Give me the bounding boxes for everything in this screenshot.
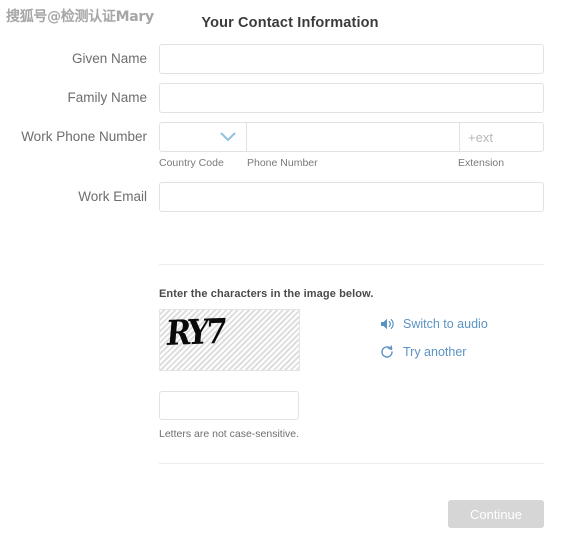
captcha-links: Switch to audio Try another (379, 309, 488, 372)
work-phone-label: Work Phone Number (21, 129, 147, 144)
form-row-given-name: Given Name (0, 44, 580, 74)
family-name-field-wrap (159, 83, 544, 113)
captcha-input-wrap: Letters are not case-sensitive. (159, 391, 299, 440)
phone-number-input[interactable] (247, 122, 460, 152)
divider-top (159, 264, 544, 265)
switch-to-audio-label: Switch to audio (403, 317, 488, 331)
family-name-input[interactable] (159, 83, 544, 113)
sublabel-extension: Extension (458, 157, 505, 169)
chevron-down-icon (220, 132, 236, 142)
form-row-work-email: Work Email (0, 182, 580, 212)
work-email-field-wrap (159, 182, 544, 212)
work-email-input[interactable] (159, 182, 544, 212)
work-email-label: Work Email (78, 189, 147, 204)
given-name-field-wrap (159, 44, 544, 74)
captcha-body: RY7 Switch to audio Try another (159, 309, 544, 372)
form-row-family-name: Family Name (0, 83, 580, 113)
work-phone-field-wrap: Country Code Phone Number Extension (159, 122, 544, 173)
try-another-link[interactable]: Try another (379, 344, 488, 360)
captcha-section: Enter the characters in the image below.… (159, 288, 544, 372)
page-title: Your Contact Information (201, 15, 379, 31)
sublabel-phone-number: Phone Number (247, 157, 318, 169)
given-name-label: Given Name (71, 51, 147, 66)
contact-form: Given Name Family Name Work Phone Number (0, 44, 580, 221)
captcha-characters: RY7 (164, 311, 226, 355)
captcha-input[interactable] (159, 391, 299, 420)
captcha-instruction: Enter the characters in the image below. (159, 288, 374, 300)
given-name-input[interactable] (159, 44, 544, 74)
family-name-label: Family Name (67, 90, 147, 105)
phone-sublabels: Country Code Phone Number Extension (159, 157, 544, 173)
refresh-icon (379, 344, 395, 360)
phone-input-group (159, 122, 544, 152)
switch-to-audio-link[interactable]: Switch to audio (379, 316, 488, 332)
sublabel-country-code: Country Code (159, 157, 224, 169)
country-code-select[interactable] (159, 122, 247, 152)
form-row-work-phone: Work Phone Number Country Code Phone Num… (0, 122, 580, 173)
try-another-label: Try another (403, 345, 467, 359)
continue-button[interactable]: Continue (448, 500, 544, 528)
captcha-image: RY7 (159, 309, 300, 371)
speaker-icon (379, 316, 395, 332)
divider-bottom (159, 463, 544, 464)
extension-input[interactable] (460, 122, 544, 152)
captcha-case-note: Letters are not case-sensitive. (159, 428, 300, 440)
